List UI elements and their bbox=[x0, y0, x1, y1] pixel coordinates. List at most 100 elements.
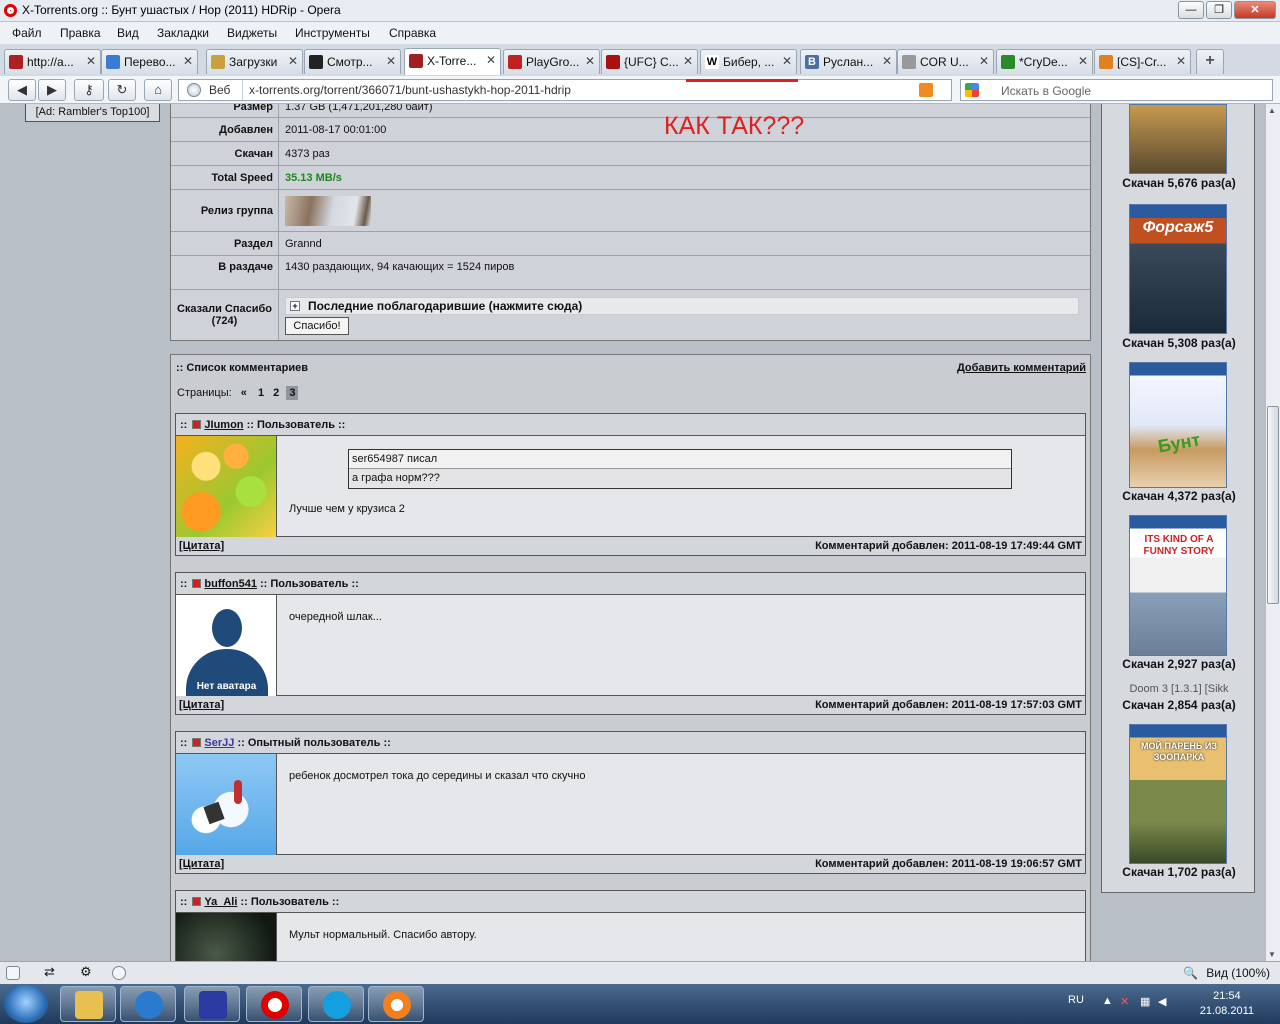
zoom-icon[interactable]: 🔍 bbox=[1183, 966, 1198, 980]
tab-label: Руслан... bbox=[823, 55, 874, 69]
new-tab-button[interactable]: + bbox=[1196, 49, 1224, 74]
scroll-down-icon[interactable]: ▼ bbox=[1268, 950, 1276, 959]
quote-link[interactable]: [Цитата] bbox=[179, 699, 224, 711]
maximize-button[interactable]: ❐ bbox=[1206, 1, 1232, 19]
release-group-banner[interactable] bbox=[285, 195, 371, 226]
back-button[interactable]: ◀ bbox=[8, 79, 36, 101]
comment-username[interactable]: buffon541 bbox=[204, 578, 257, 590]
vertical-scrollbar[interactable]: ▲ ▼ bbox=[1265, 104, 1280, 961]
tab-close-icon[interactable]: ✕ bbox=[782, 54, 792, 68]
home-button[interactable]: ⌂ bbox=[144, 79, 172, 101]
wand-key-icon[interactable]: ⚷ bbox=[74, 79, 104, 101]
sync-icon[interactable]: ⇄ bbox=[44, 965, 58, 980]
tab-close-icon[interactable]: ✕ bbox=[288, 54, 298, 68]
tab[interactable]: В Руслан... ✕ bbox=[800, 49, 897, 74]
taskbar-mail-agent[interactable] bbox=[368, 986, 424, 1022]
tab-close-icon[interactable]: ✕ bbox=[386, 54, 396, 68]
tab-close-icon[interactable]: ✕ bbox=[1078, 54, 1088, 68]
reload-button[interactable]: ↻ bbox=[108, 79, 136, 101]
taskbar-media-player[interactable] bbox=[120, 986, 176, 1022]
minimize-button[interactable]: — bbox=[1178, 1, 1204, 19]
rss-feed-icon[interactable] bbox=[919, 83, 933, 97]
tab-favicon-icon bbox=[1001, 55, 1015, 69]
tab[interactable]: Загрузки ✕ bbox=[206, 49, 303, 74]
volume-icon[interactable]: ◀ bbox=[1158, 995, 1166, 1008]
search-field[interactable]: Искать в Google bbox=[960, 79, 1273, 101]
comments-section: :: Список комментариев Добавить коммента… bbox=[170, 354, 1091, 961]
expand-plus-icon[interactable]: + bbox=[290, 301, 300, 311]
tab-close-icon[interactable]: ✕ bbox=[486, 53, 496, 67]
taskbar-save-app[interactable] bbox=[184, 986, 240, 1022]
tab-close-icon[interactable]: ✕ bbox=[979, 54, 989, 68]
zoom-level[interactable]: Вид (100%) bbox=[1206, 966, 1270, 980]
tab-close-icon[interactable]: ✕ bbox=[585, 54, 595, 68]
comment-username[interactable]: SerJJ bbox=[204, 737, 234, 749]
url-text[interactable]: x-torrents.org/torrent/366071/bunt-ushas… bbox=[249, 83, 571, 97]
tab-favicon-icon: W bbox=[705, 55, 719, 69]
unite-icon[interactable]: ⚙ bbox=[80, 965, 94, 980]
poster-image[interactable]: МОЙ ПАРЕНЬ ИЗ ЗООПАРКА bbox=[1129, 724, 1227, 864]
forward-button[interactable]: ▶ bbox=[38, 79, 66, 101]
page-3-current: 3 bbox=[286, 386, 299, 400]
tab[interactable]: X-Torre... ✕ bbox=[404, 48, 501, 75]
page-2[interactable]: 2 bbox=[273, 387, 279, 399]
taskbar-explorer[interactable] bbox=[60, 986, 116, 1022]
start-button[interactable] bbox=[4, 985, 48, 1023]
tab[interactable]: *CryDe... ✕ bbox=[996, 49, 1093, 74]
panel-toggle-icon[interactable] bbox=[6, 966, 20, 980]
tab[interactable]: W Бибер, ... ✕ bbox=[700, 49, 797, 74]
scrollbar-thumb[interactable] bbox=[1267, 406, 1279, 604]
thanks-spoiler[interactable]: + Последние поблагодарившие (нажмите сюда… bbox=[285, 297, 1079, 315]
tab-close-icon[interactable]: ✕ bbox=[183, 54, 193, 68]
tray-arrow-icon[interactable]: ▲ bbox=[1102, 995, 1113, 1007]
thanks-button[interactable]: Спасибо! bbox=[285, 317, 349, 335]
menu-edit[interactable]: Правка bbox=[60, 26, 101, 40]
turbo-icon[interactable] bbox=[112, 966, 126, 980]
poster-caption: Скачан 4,372 раз(а) bbox=[1122, 489, 1236, 503]
tab[interactable]: http://a... ✕ bbox=[4, 49, 101, 74]
menu-tools[interactable]: Инструменты bbox=[295, 26, 370, 40]
address-field[interactable]: Веб x-torrents.org/torrent/366071/bunt-u… bbox=[178, 79, 952, 101]
tab-label: X-Torre... bbox=[427, 54, 477, 68]
close-window-button[interactable]: ✕ bbox=[1234, 1, 1276, 19]
network-icon[interactable]: ▦ bbox=[1140, 995, 1150, 1008]
comment-username[interactable]: JIumon bbox=[204, 419, 243, 431]
annotation-text: КАК ТАК??? bbox=[664, 112, 805, 140]
menu-bookmarks[interactable]: Закладки bbox=[157, 26, 209, 40]
tab[interactable]: PlayGro... ✕ bbox=[503, 49, 600, 74]
quote-link[interactable]: [Цитата] bbox=[179, 858, 224, 870]
tab[interactable]: COR U... ✕ bbox=[897, 49, 994, 74]
page-prev[interactable]: « bbox=[241, 387, 247, 399]
tray-clock[interactable]: 21:54 21.08.2011 bbox=[1200, 989, 1254, 1019]
tab[interactable]: Перево... ✕ bbox=[101, 49, 198, 74]
page-1[interactable]: 1 bbox=[258, 387, 264, 399]
tab[interactable]: [CS]-Cr... ✕ bbox=[1094, 49, 1191, 74]
tab-close-icon[interactable]: ✕ bbox=[86, 54, 96, 68]
menu-widgets[interactable]: Виджеты bbox=[227, 26, 277, 40]
menu-file[interactable]: Файл bbox=[12, 26, 42, 40]
tab[interactable]: {UFC} C... ✕ bbox=[601, 49, 698, 74]
taskbar-skype[interactable] bbox=[308, 986, 364, 1022]
scroll-up-icon[interactable]: ▲ bbox=[1268, 106, 1276, 115]
section-value[interactable]: Grannd bbox=[279, 232, 1090, 255]
poster-image[interactable] bbox=[1129, 104, 1227, 174]
tab-close-icon[interactable]: ✕ bbox=[1176, 54, 1186, 68]
tab-close-icon[interactable]: ✕ bbox=[882, 54, 892, 68]
poster-image[interactable]: Бунт bbox=[1129, 362, 1227, 488]
google-icon[interactable] bbox=[965, 83, 979, 97]
poster-alt-text[interactable]: Doom 3 [1.3.1] [Sikk bbox=[1102, 683, 1256, 695]
menu-view[interactable]: Вид bbox=[117, 26, 139, 40]
tab[interactable]: Смотр... ✕ bbox=[304, 49, 401, 74]
network-error-icon[interactable]: ✕ bbox=[1120, 995, 1129, 1008]
poster-image[interactable]: Форсаж5 bbox=[1129, 204, 1227, 334]
comment-username[interactable]: Ya_Ali bbox=[204, 896, 237, 908]
menu-help[interactable]: Справка bbox=[389, 26, 436, 40]
poster-image[interactable]: ITS KIND OF A FUNNY STORY bbox=[1129, 515, 1227, 656]
quote-link[interactable]: [Цитата] bbox=[179, 540, 224, 552]
tab-close-icon[interactable]: ✕ bbox=[683, 54, 693, 68]
add-comment-link[interactable]: Добавить комментарий bbox=[957, 362, 1086, 374]
web-search-type[interactable]: Веб bbox=[179, 80, 243, 100]
rambler-ad[interactable]: [Ad: Rambler's Top100] bbox=[25, 104, 160, 122]
language-indicator[interactable]: RU bbox=[1068, 994, 1084, 1006]
taskbar-opera[interactable] bbox=[246, 986, 302, 1022]
